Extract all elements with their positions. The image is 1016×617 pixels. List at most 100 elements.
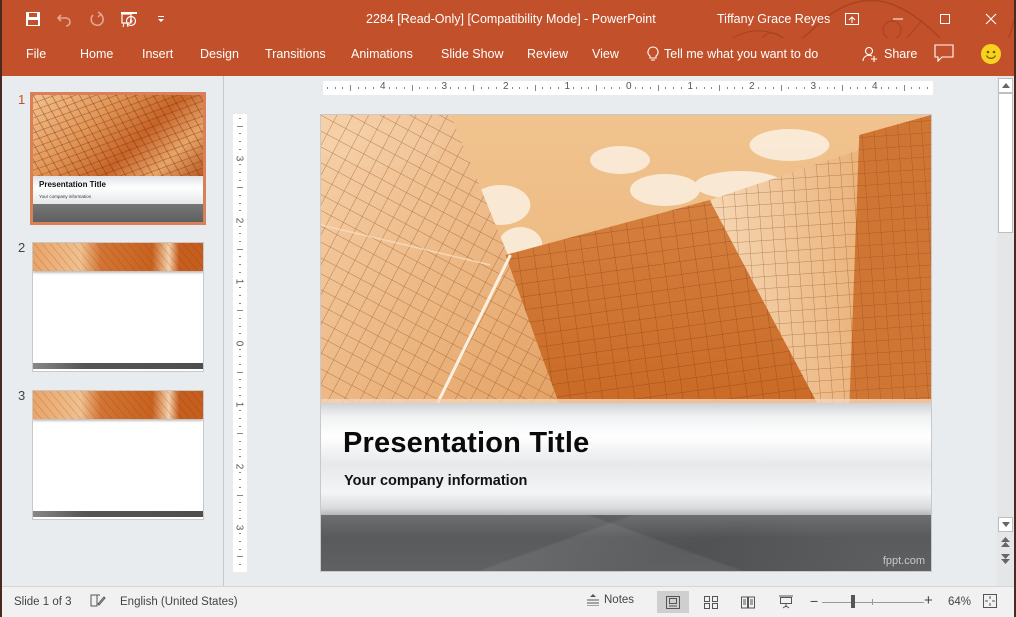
tab-home[interactable]: Home bbox=[80, 47, 113, 61]
ruler-tick bbox=[239, 194, 241, 196]
tab-review[interactable]: Review bbox=[527, 47, 568, 61]
start-from-beginning-icon[interactable] bbox=[118, 8, 140, 30]
ruler-tick bbox=[239, 210, 241, 212]
scroll-down-button[interactable] bbox=[998, 517, 1013, 532]
ruler-tick bbox=[239, 440, 241, 442]
tab-view[interactable]: View bbox=[592, 47, 619, 61]
tab-file[interactable]: File bbox=[26, 47, 46, 61]
vertical-scrollbar[interactable] bbox=[997, 76, 1014, 586]
ruler-tick bbox=[237, 187, 243, 189]
next-slide-button[interactable] bbox=[999, 552, 1012, 565]
ruler-tick bbox=[342, 87, 344, 89]
ruler-tick bbox=[634, 87, 636, 89]
tab-insert[interactable]: Insert bbox=[142, 47, 173, 61]
ruler-tick bbox=[403, 87, 405, 89]
ruler-tick bbox=[757, 87, 759, 89]
slide-editing-area: 432101234 3210123 Presentation Title You… bbox=[225, 76, 996, 586]
scrollbar-thumb[interactable] bbox=[998, 93, 1013, 233]
tab-slide-show[interactable]: Slide Show bbox=[441, 47, 504, 61]
share-label: Share bbox=[884, 47, 918, 61]
ruler-label: 1 bbox=[233, 278, 245, 285]
ruler-tick bbox=[426, 87, 428, 89]
zoom-out-button[interactable]: − bbox=[810, 593, 818, 609]
normal-view-button[interactable] bbox=[657, 591, 689, 613]
ruler-tick bbox=[239, 233, 241, 235]
slide-show-view-button[interactable] bbox=[770, 591, 802, 613]
ruler-tick bbox=[765, 87, 767, 89]
zoom-slider-thumb[interactable] bbox=[850, 595, 855, 608]
minimize-button[interactable] bbox=[887, 8, 909, 30]
tab-animations[interactable]: Animations bbox=[351, 47, 413, 61]
ruler-label: 4 bbox=[872, 81, 878, 92]
fit-slide-to-window-button[interactable] bbox=[983, 594, 997, 611]
scroll-up-button[interactable] bbox=[998, 78, 1013, 93]
comment-icon bbox=[934, 44, 954, 63]
ruler-label: 0 bbox=[233, 340, 245, 346]
ruler-tick bbox=[239, 364, 241, 365]
ruler-tick bbox=[611, 87, 613, 89]
slide-subtitle[interactable]: Your company information bbox=[344, 473, 527, 489]
ruler-tick bbox=[795, 87, 797, 89]
comments-button[interactable] bbox=[934, 44, 956, 66]
slide-brand-watermark: fppt.com bbox=[882, 555, 925, 567]
ruler-tick bbox=[239, 325, 241, 327]
feedback-smiley-icon[interactable] bbox=[981, 44, 1001, 64]
ruler-tick bbox=[239, 487, 241, 488]
undo-icon[interactable] bbox=[54, 8, 76, 30]
ruler-tick bbox=[237, 371, 243, 373]
ruler-tick bbox=[450, 87, 451, 89]
close-button[interactable] bbox=[980, 8, 1002, 30]
thumbnail-title: Presentation Title bbox=[39, 180, 106, 190]
slide-thumbnail-3[interactable] bbox=[32, 390, 204, 520]
ruler-tick bbox=[239, 548, 241, 550]
ruler-tick bbox=[239, 264, 241, 266]
lightbulb-icon bbox=[647, 46, 659, 61]
maximize-button[interactable] bbox=[934, 8, 956, 30]
ruler-tick bbox=[239, 333, 241, 335]
ruler-tick bbox=[237, 248, 243, 250]
ruler-tick bbox=[239, 410, 241, 412]
spelling-check-icon[interactable] bbox=[90, 593, 106, 611]
ruler-tick bbox=[396, 87, 398, 89]
tab-design[interactable]: Design bbox=[200, 47, 239, 61]
zoom-slider-track[interactable] bbox=[822, 602, 924, 603]
vertical-ruler[interactable]: 3 2 1 0 1 2 3 bbox=[233, 114, 247, 572]
slide-sorter-view-button[interactable] bbox=[695, 591, 727, 613]
ruler-tick bbox=[880, 87, 882, 89]
ruler-tick bbox=[696, 87, 697, 89]
ruler-tick bbox=[918, 87, 920, 89]
ruler-tick bbox=[239, 241, 241, 242]
language-indicator[interactable]: English (United States) bbox=[120, 596, 238, 608]
current-slide[interactable]: Presentation Title Your company informat… bbox=[320, 114, 932, 572]
save-icon[interactable] bbox=[22, 8, 44, 30]
tell-me-search[interactable]: Tell me what you want to do bbox=[647, 46, 818, 62]
reading-view-button[interactable] bbox=[732, 591, 764, 613]
ruler-tick bbox=[239, 417, 241, 419]
signed-in-user[interactable]: Tiffany Grace Reyes bbox=[717, 12, 830, 26]
ruler-label: 0 bbox=[626, 81, 632, 92]
notes-button[interactable]: Notes bbox=[587, 594, 634, 606]
ruler-tick bbox=[742, 87, 744, 89]
ribbon-display-options-button[interactable] bbox=[841, 8, 863, 30]
redo-icon[interactable] bbox=[86, 8, 108, 30]
ruler-label: 2 bbox=[233, 217, 245, 223]
ruler-tick bbox=[239, 133, 241, 135]
horizontal-ruler[interactable]: 4 3 2 1 0 1 2 3 4 bbox=[323, 81, 933, 95]
zoom-in-button[interactable]: + bbox=[924, 592, 933, 609]
slide-show-icon bbox=[779, 595, 793, 609]
slide-title[interactable]: Presentation Title bbox=[343, 427, 589, 460]
slide-thumbnail-1[interactable]: Presentation Title Your company informat… bbox=[30, 92, 206, 225]
slide-background-photo bbox=[321, 115, 931, 407]
ruler-tick bbox=[239, 394, 241, 396]
ruler-tick bbox=[239, 456, 241, 458]
powerpoint-window: 2284 [Read-Only] [Compatibility Mode] - … bbox=[0, 0, 1016, 617]
zoom-level[interactable]: 64% bbox=[948, 596, 971, 608]
ruler-tick bbox=[357, 87, 359, 89]
ruler-tick bbox=[334, 87, 336, 89]
share-button[interactable]: Share bbox=[862, 46, 917, 62]
previous-slide-button[interactable] bbox=[999, 535, 1012, 548]
slide-thumbnail-2[interactable] bbox=[32, 242, 204, 372]
tab-transitions[interactable]: Transitions bbox=[265, 47, 326, 61]
customize-qat-icon[interactable] bbox=[150, 8, 172, 30]
ruler-tick bbox=[580, 87, 582, 89]
